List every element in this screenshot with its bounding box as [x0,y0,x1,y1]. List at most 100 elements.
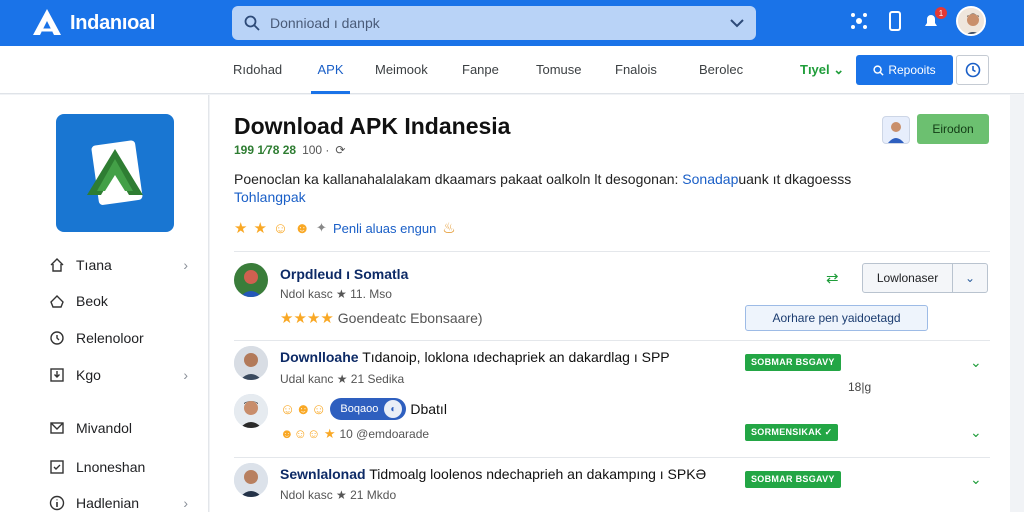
developer-avatar[interactable] [882,116,910,144]
review-title: Tidmoalg loolenos ndechaprieh an dakampı… [365,466,707,482]
search-icon [873,64,884,76]
sidebar-item-mivandol[interactable]: Mivandol [48,417,188,439]
review-stars: ☻☺☺ ★ 10 @emdoarade [280,426,429,442]
report-button-label: Repooits [888,63,936,77]
tab-apk[interactable]: APK [311,46,350,94]
review-item: ☺☻☺ Boqaoo ◐ Dbatıl ☻☺☺ ★ 10 @emdoarade … [234,394,994,450]
sidebar-item-hadlenian[interactable]: Hadlenian › [48,492,188,512]
reviewer-avatar[interactable] [234,463,268,497]
star-icon: ★★★★ [280,310,334,327]
description-line2[interactable]: Tohlangpak [234,189,306,205]
mail-icon [48,419,66,437]
stars-label[interactable]: Penli aluas engun [333,221,436,236]
nav-bar: Rıdohad APK Meimook Fanpe Tomuse Fnalois… [0,46,1024,94]
chevron-right-icon: › [183,495,188,511]
phone-icon[interactable] [884,10,906,32]
reaction-toggle-label: Boqaoo [340,403,379,415]
user-avatar[interactable] [956,6,986,36]
tab-fanpe[interactable]: Fanpe [462,46,499,94]
review-action-dropdown[interactable]: Lowlonaser ⌄ [862,263,988,293]
reviewer-name-bold[interactable]: Sewnlalonad [280,466,366,482]
sidebar-item-label: Tıana [76,257,112,273]
clock-icon [965,62,980,78]
search-icon [244,15,260,31]
sidebar-item-lnoneshan[interactable]: Lnoneshan [48,456,188,478]
tab-meimook[interactable]: Meimook [375,46,428,94]
review-item: Downlloahe Tıdanoip, loklona ıdechapriek… [234,346,994,394]
top-header: Indanıoal 1 [0,0,1024,46]
home-outline-icon [48,292,66,310]
sidebar-item-label: Hadlenian [76,495,140,511]
description-text-rest: uank ıt dkagoesss [738,171,852,187]
sidebar-item-label: Beok [76,293,108,309]
chevron-down-icon[interactable]: ⌄ [970,354,982,371]
share-icon[interactable]: ⇄ [826,269,839,287]
sidebar-item-label: Relenoloor [76,330,144,346]
pin-icon: ✦ [316,220,327,235]
app-description: Poenoclan ka kallanahalalakam dkaamars p… [234,170,874,206]
downloads-count: 100 · [302,143,330,157]
report-button[interactable]: Repooits [856,55,953,85]
reviewer-avatar[interactable] [234,346,268,380]
reviewer-name[interactable]: Orpdleud ı Somatla [280,266,408,282]
sidebar-item-relenoloor[interactable]: Relenoloor [48,327,188,349]
review-stars-text: 10 @emdoarade [339,427,430,441]
check-icon: ✓ [824,427,833,437]
logo-text: Indanıoal [70,11,156,34]
sidebar-item-beok[interactable]: Beok [48,290,188,312]
info-icon [48,494,66,512]
rating-stars-row: ★ ★ ☺ ☻ ✦ Penli aluas engun ♨ [234,219,456,238]
cake-icon: ♨ [442,220,456,237]
search-bar[interactable] [232,6,756,40]
rating-value: 199 1⁄78 28 [234,143,297,157]
clock-button[interactable] [956,55,989,85]
reaction-toggle[interactable]: Boqaoo ◐ [330,398,407,420]
reviewer-name-bold[interactable]: Downlloahe [280,349,359,365]
review-meta: Ndol kasc ★ 21 Mkdo [280,488,397,502]
chevron-down-icon[interactable]: ⌄ [970,471,982,488]
emoji-icon: ☻☺☺ ★ [280,426,336,441]
sidebar-item-kgo[interactable]: Kgo › [48,364,188,386]
status-badge: SORMENSIKAK ✓ [745,424,839,441]
review-item: Sewnlalonad Tidmoalg loolenos ndechaprie… [234,463,994,509]
download-button[interactable]: Eirodon [917,114,989,144]
tab-berolec[interactable]: Berolec [699,46,743,94]
tab-tiyel-label: Tıyel [800,62,830,77]
logo[interactable]: Indanıoal [30,6,155,40]
status-badge-label: SORMENSIKAK [751,427,822,437]
review-meta: Ndol kasc ★ 11. Mso [280,287,392,301]
chevron-down-icon[interactable] [730,18,744,28]
review-blue-button[interactable]: Aorhare pen yaidoetagd [745,305,928,331]
chevron-down-icon: ⌄ [833,62,845,77]
sidebar-item-label: Mivandol [76,420,133,436]
sidebar-item-label: Kgo [76,367,101,383]
emoji-icon: ☺ [272,219,289,237]
description-link[interactable]: Sonadap [682,171,738,187]
refresh-icon: ⟳ [335,143,346,157]
reviewer-avatar[interactable] [234,263,268,297]
reviewer-avatar[interactable] [234,394,268,428]
reaction-row: ☺☻☺ Boqaoo ◐ Dbatıl [280,398,447,420]
page-title: Download APK Indanesia [234,113,511,139]
header-actions: 1 [848,6,986,36]
checkbox-icon [48,458,66,476]
tab-tiyel[interactable]: Tıyel ⌄ [800,46,844,94]
clock-icon [48,329,66,347]
apps-icon[interactable] [848,10,870,32]
sidebar-item-tiana[interactable]: Tıana › [48,254,188,276]
tab-tomuse[interactable]: Tomuse [536,46,582,94]
tab-fnalois[interactable]: Fnalois [615,46,657,94]
review-item: Orpdleud ı Somatla Ndol kasc ★ 11. Mso ★… [234,263,994,339]
emoji-icon: ☺☻☺ [280,400,327,418]
review-title: Tıdanoip, loklona ıdechapriek an dakardl… [358,349,670,365]
notification-icon[interactable]: 1 [920,7,947,32]
chevron-right-icon: › [183,367,188,383]
notification-badge: 1 [935,7,947,19]
chevron-down-icon[interactable]: ⌄ [970,424,982,441]
status-badge: SOBMAR BSGAVY [745,471,841,488]
description-text: Poenoclan ka kallanahalalakam dkaamars p… [234,171,683,187]
reviewer-name: Downlloahe Tıdanoip, loklona ıdechapriek… [280,349,670,365]
search-input[interactable] [270,15,730,31]
chevron-down-icon: ⌄ [964,271,976,285]
tab-download[interactable]: Rıdohad [233,46,282,94]
